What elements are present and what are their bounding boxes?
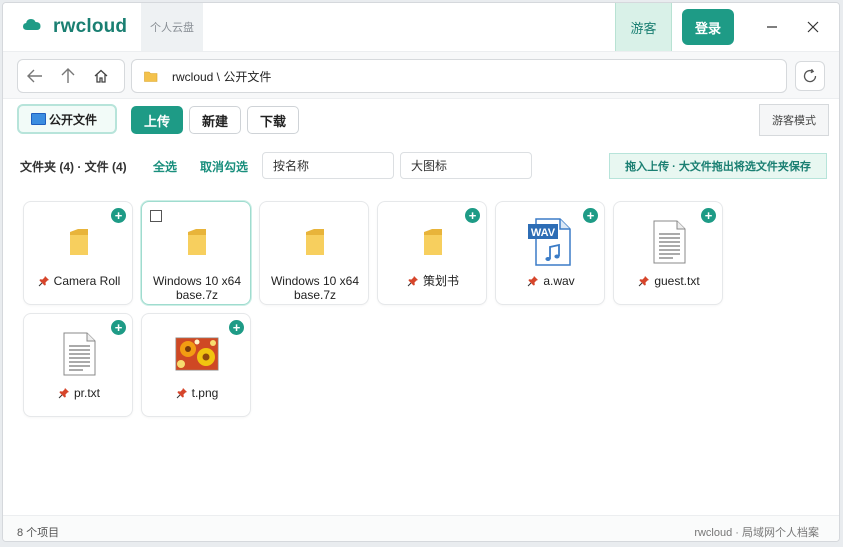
home-button[interactable] (84, 60, 117, 92)
text-file-icon (24, 328, 134, 380)
navigation-bar: rwcloud \ 公开文件 (3, 51, 839, 99)
file-card[interactable]: + guest.txt (613, 201, 723, 305)
deselect-link[interactable]: 取消勾选 (200, 158, 248, 175)
up-arrow-icon (61, 68, 74, 83)
folder-icon (144, 71, 158, 82)
refresh-button[interactable] (795, 61, 825, 91)
file-card[interactable]: + 策划书 (377, 201, 487, 305)
upload-button[interactable]: 上传 (131, 106, 183, 134)
guest-button[interactable]: 游客 (615, 3, 672, 51)
close-button[interactable] (801, 15, 825, 39)
login-button[interactable]: 登录 (682, 9, 734, 45)
nav-button-group (17, 59, 125, 93)
file-card[interactable]: + WAV a.wav (495, 201, 605, 305)
footer-brand: rwcloud · 局域网个人档案 (694, 527, 819, 539)
item-counts: 文件夹 (4) · 文件 (4) (20, 160, 127, 174)
file-name: 策划书 (422, 274, 459, 288)
title-bar: rwcloud 个人云盘 游客 登录 (3, 3, 839, 51)
new-button[interactable]: 新建 (189, 106, 241, 134)
location-chip[interactable]: 公开文件 (17, 104, 117, 134)
download-button[interactable]: 下载 (247, 106, 299, 134)
item-count: 8 个项目 (17, 527, 60, 539)
file-name: Camera Roll (53, 274, 121, 288)
drop-upload-hint[interactable]: 拖入上传 · 大文件拖出将选文件夹保存 (609, 153, 827, 179)
computer-icon (31, 113, 46, 125)
home-icon (94, 69, 107, 83)
file-card[interactable]: + t.png (141, 313, 251, 417)
pin-icon (407, 276, 418, 287)
pin-icon (638, 276, 650, 287)
folder-icon (378, 216, 488, 268)
cloud-icon (23, 17, 41, 31)
file-grid: + Camera Roll Windows 10 x64 base.7z Win… (3, 189, 839, 515)
address-path: rwcloud \ 公开文件 (172, 69, 272, 84)
app-window: rwcloud 个人云盘 游客 登录 rwcloud \ 公开文件 公开文件 上… (2, 2, 840, 542)
file-name-line1: Windows 10 x64 (152, 274, 242, 288)
select-all-link[interactable]: 全选 (153, 158, 177, 175)
file-name: pr.txt (73, 386, 100, 400)
file-name: a.wav (543, 274, 575, 288)
pin-icon (527, 276, 539, 287)
svg-text:WAV: WAV (531, 227, 556, 239)
image-thumbnail-icon (142, 328, 252, 380)
app-name: rwcloud (53, 16, 128, 37)
file-card[interactable]: Windows 10 x64 base.7z (259, 201, 369, 305)
file-name-line2: base.7z (175, 288, 219, 302)
file-name-line2: base.7z (293, 288, 337, 302)
minimize-button[interactable] (760, 15, 784, 39)
folder-icon (260, 216, 370, 268)
view-mode-dropdown[interactable]: 大图标 (400, 152, 532, 179)
refresh-icon (803, 68, 817, 83)
status-bar: 8 个项目 rwcloud · 局域网个人档案 (3, 515, 839, 541)
file-card[interactable]: + pr.txt (23, 313, 133, 417)
folder-icon (142, 216, 252, 268)
file-card[interactable]: + Camera Roll (23, 201, 133, 305)
back-button[interactable] (18, 60, 51, 92)
file-card[interactable]: Windows 10 x64 base.7z (141, 201, 251, 305)
up-button[interactable] (51, 60, 84, 92)
text-file-icon (614, 216, 724, 268)
audio-file-icon: WAV (496, 216, 606, 268)
pin-icon (176, 388, 187, 399)
toolbar: 公开文件 上传 新建 下载 游客模式 (3, 99, 839, 143)
minimize-icon (767, 26, 777, 28)
folder-icon (24, 216, 134, 268)
close-icon (807, 21, 819, 33)
file-name: guest.txt (654, 274, 700, 288)
pin-icon (58, 388, 69, 399)
sort-dropdown[interactable]: 按名称 (262, 152, 394, 179)
location-chip-label: 公开文件 (49, 112, 98, 127)
address-bar[interactable]: rwcloud \ 公开文件 (131, 59, 787, 93)
subtitle-tab[interactable]: 个人云盘 (141, 3, 203, 51)
file-name: t.png (191, 386, 219, 400)
filter-bar: 文件夹 (4) · 文件 (4) 全选 取消勾选 按名称 大图标 拖入上传 · … (3, 143, 839, 189)
pin-icon (38, 276, 49, 287)
back-arrow-icon (26, 69, 42, 83)
guest-mode-button[interactable]: 游客模式 (759, 104, 829, 136)
file-name-line1: Windows 10 x64 (270, 274, 360, 288)
